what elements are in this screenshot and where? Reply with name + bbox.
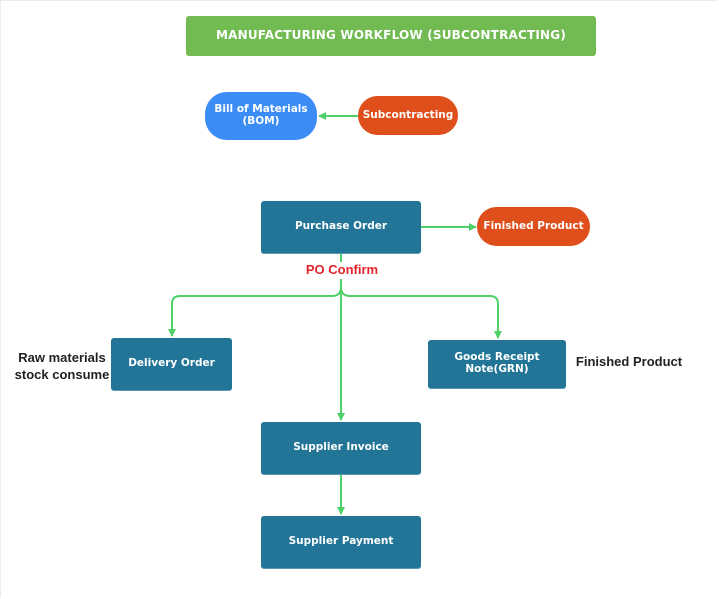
node-label: Supplier Payment: [288, 535, 394, 548]
edge-po-to-delivery-order: [168, 278, 342, 337]
raw-materials-annotation: Raw materials stock consume: [14, 350, 110, 382]
node-label: Supplier Invoice: [293, 441, 389, 454]
edge-po-to-grn: [340, 286, 502, 339]
node-supplier-payment[interactable]: Supplier Payment: [261, 516, 421, 569]
node-label: Goods Receipt Note(GRN): [454, 351, 540, 375]
po-confirm-label: PO Confirm: [302, 262, 382, 279]
diagram-title: MANUFACTURING WORKFLOW (SUBCONTRACTING): [186, 16, 596, 56]
node-label: Delivery Order: [128, 357, 215, 370]
finished-product-annotation: Finished Product: [575, 354, 683, 369]
node-bill-of-materials[interactable]: Bill of Materials (BOM): [205, 92, 317, 140]
node-label: Bill of Materials (BOM): [214, 103, 308, 127]
node-label: Subcontracting: [362, 108, 454, 121]
node-finished-product[interactable]: Finished Product: [477, 207, 590, 246]
node-subcontracting[interactable]: Subcontracting: [358, 96, 458, 135]
node-purchase-order[interactable]: Purchase Order: [261, 201, 421, 254]
node-goods-receipt-note[interactable]: Goods Receipt Note(GRN): [428, 340, 566, 389]
connectors: [168, 112, 502, 515]
node-delivery-order[interactable]: Delivery Order: [111, 338, 232, 391]
node-supplier-invoice[interactable]: Supplier Invoice: [261, 422, 421, 475]
node-label: Purchase Order: [294, 220, 388, 233]
node-label: Finished Product: [483, 219, 584, 232]
